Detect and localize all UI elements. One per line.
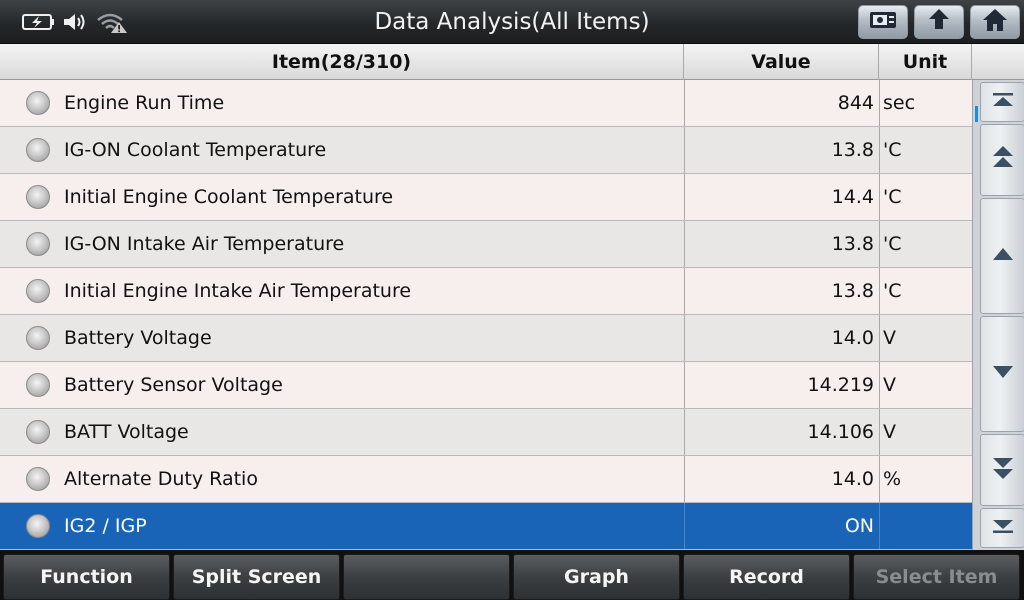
home-icon [981,7,1009,37]
back-icon [925,7,953,37]
scroll-top-button[interactable] [980,82,1024,122]
item-unit: V [879,315,972,361]
data-list: Engine Run Time 844 sec IG-ON Coolant Te… [0,80,972,550]
item-name: IG-ON Coolant Temperature [64,139,327,161]
item-value: 14.219 [684,362,874,408]
item-column-header[interactable]: Item(28/310) [0,44,684,80]
function-button[interactable]: Function [3,554,170,600]
item-name: IG2 / IGP [64,515,147,537]
item-name: Battery Voltage [64,327,212,349]
table-row[interactable]: Alternate Duty Ratio 14.0 % [0,456,972,503]
item-name: BATT Voltage [64,421,189,443]
item-unit [879,503,972,549]
table-row[interactable]: Engine Run Time 844 sec [0,80,972,127]
bottom-toolbar: Function Split Screen Graph Record Selec… [0,550,1024,600]
graph-button[interactable]: Graph [513,554,680,600]
page-up-icon [991,145,1015,175]
back-button[interactable] [914,5,964,39]
item-unit: V [879,409,972,455]
scroll-panel [972,80,1024,550]
table-row-selected[interactable]: IG2 / IGP ON [0,503,972,550]
line-up-icon [991,246,1015,266]
radio-button[interactable] [26,514,50,538]
table-row[interactable]: IG-ON Intake Air Temperature 13.8 'C [0,221,972,268]
item-name: Battery Sensor Voltage [64,374,283,396]
record-button[interactable]: Record [683,554,850,600]
table-row[interactable]: Initial Engine Intake Air Temperature 13… [0,268,972,315]
table-header: Item(28/310) Value Unit [0,44,1024,80]
select-item-button[interactable]: Select Item [853,554,1020,600]
item-value: 13.8 [684,268,874,314]
table-row[interactable]: BATT Voltage 14.106 V [0,409,972,456]
radio-button[interactable] [26,326,50,350]
item-value: 14.106 [684,409,874,455]
radio-button[interactable] [26,420,50,444]
item-value: 844 [684,80,874,126]
item-name: Initial Engine Coolant Temperature [64,186,394,208]
item-name: Initial Engine Intake Air Temperature [64,280,412,302]
empty-button[interactable] [343,554,510,600]
radio-button[interactable] [26,232,50,256]
screenshot-button[interactable] [858,5,908,39]
item-value: 13.8 [684,221,874,267]
item-unit: 'C [879,268,972,314]
home-button[interactable] [970,5,1020,39]
radio-button[interactable] [26,467,50,491]
radio-button[interactable] [26,91,50,115]
line-down-icon [991,364,1015,384]
title-bar: Data Analysis(All Items) [0,0,1024,44]
scroll-position-indicator[interactable] [975,106,978,122]
table-row[interactable]: Battery Voltage 14.0 V [0,315,972,362]
table-row[interactable]: Battery Sensor Voltage 14.219 V [0,362,972,409]
table-row[interactable]: Initial Engine Coolant Temperature 14.4 … [0,174,972,221]
split-screen-button[interactable]: Split Screen [173,554,340,600]
item-value: 14.0 [684,456,874,502]
item-name: Alternate Duty Ratio [64,468,258,490]
item-unit: sec [879,80,972,126]
page-down-button[interactable] [980,434,1024,506]
screenshot-icon [868,9,898,35]
item-unit: 'C [879,174,972,220]
item-value: 14.0 [684,315,874,361]
page-up-button[interactable] [980,124,1024,196]
value-column-header[interactable]: Value [684,44,879,80]
item-name: IG-ON Intake Air Temperature [64,233,345,255]
item-name: Engine Run Time [64,92,225,114]
item-value: 13.8 [684,127,874,173]
radio-button[interactable] [26,185,50,209]
scroll-bottom-button[interactable] [980,508,1024,548]
radio-button[interactable] [26,138,50,162]
item-unit: 'C [879,221,972,267]
scroll-bottom-icon [991,518,1015,538]
unit-column-header[interactable]: Unit [879,44,972,80]
table-row[interactable]: IG-ON Coolant Temperature 13.8 'C [0,127,972,174]
page-down-icon [991,455,1015,485]
item-value: ON [684,503,874,549]
item-unit: % [879,456,972,502]
line-down-button[interactable] [980,316,1024,432]
item-unit: 'C [879,127,972,173]
radio-button[interactable] [26,279,50,303]
line-up-button[interactable] [980,198,1024,314]
radio-button[interactable] [26,373,50,397]
item-value: 14.4 [684,174,874,220]
scroll-top-icon [991,92,1015,112]
item-unit: V [879,362,972,408]
